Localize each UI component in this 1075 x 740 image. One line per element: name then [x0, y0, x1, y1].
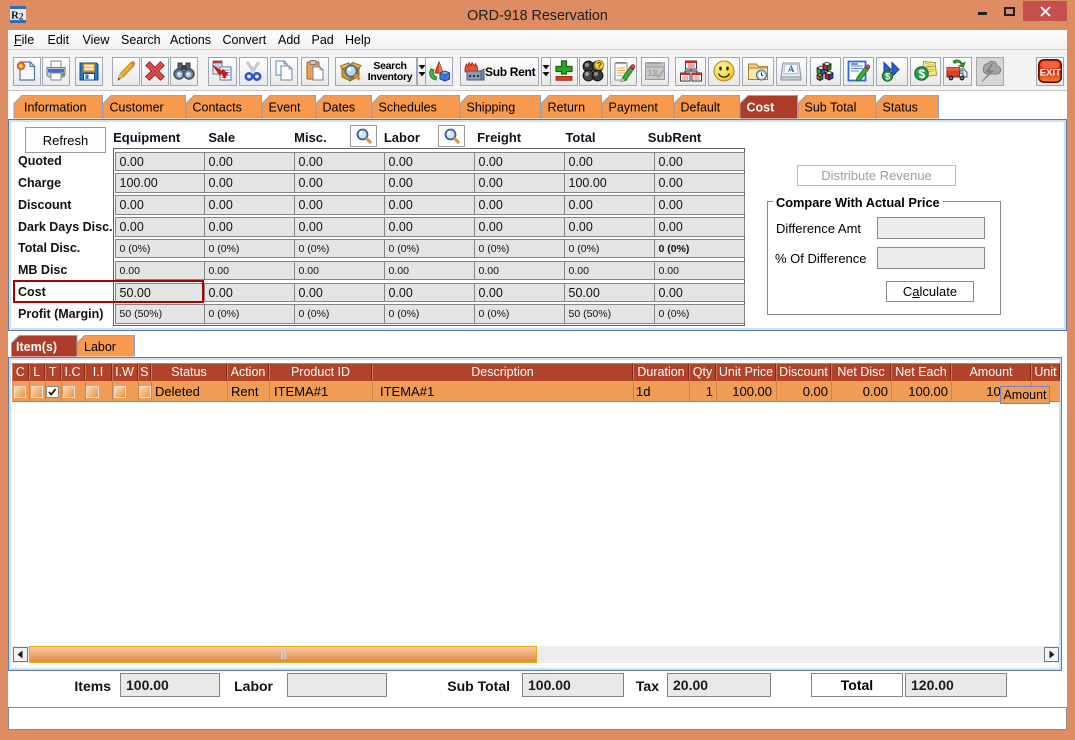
svg-text:EXIT: EXIT: [1039, 68, 1060, 79]
svg-text:$: $: [885, 71, 890, 81]
svg-text:Shipping: Shipping: [467, 101, 516, 115]
svg-text:Return: Return: [548, 101, 586, 115]
svg-text:Schedules: Schedules: [379, 101, 437, 115]
svg-text:Payment: Payment: [609, 101, 659, 115]
svg-text:Status: Status: [883, 101, 918, 115]
svg-text:Dates: Dates: [323, 101, 356, 115]
svg-text:Item(s): Item(s): [16, 340, 57, 354]
svg-text:Cost: Cost: [747, 101, 776, 115]
svg-text:?: ?: [597, 60, 602, 70]
svg-text:Event: Event: [269, 101, 301, 115]
svg-text:Labor: Labor: [84, 340, 116, 354]
svg-text:Sub Total: Sub Total: [805, 101, 857, 115]
svg-text:Customer: Customer: [110, 101, 164, 115]
svg-text:Contacts: Contacts: [193, 101, 242, 115]
svg-text:$: $: [918, 69, 925, 81]
svg-text:Information: Information: [24, 101, 87, 115]
svg-text:Default: Default: [681, 101, 721, 115]
